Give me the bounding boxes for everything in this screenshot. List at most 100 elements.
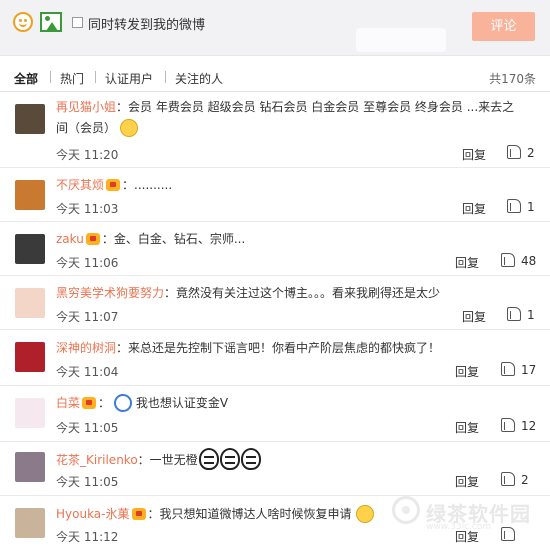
filter-all[interactable]: 全部 xyxy=(14,70,38,87)
emoji-icon xyxy=(355,505,374,523)
comment-username[interactable]: 花茶_Kirilenko xyxy=(56,453,138,467)
husky-emoji-icon xyxy=(198,448,219,470)
comment-text: 间（会员） xyxy=(56,121,117,135)
avatar[interactable] xyxy=(15,398,45,428)
comment-username[interactable]: 不厌其烦 xyxy=(56,178,104,192)
comment-item: 黑穷美学术狗要努力：竟然没有关注过这个博主。。。看来我刷得还是太少 今天 11:… xyxy=(0,276,550,330)
comment-text: ：竟然没有关注过这个博主。。。看来我刷得还是太少 xyxy=(164,286,441,300)
avatar[interactable] xyxy=(15,452,45,482)
comment-body: 黑穷美学术狗要努力：竟然没有关注过这个博主。。。看来我刷得还是太少 xyxy=(56,283,536,303)
watermark-logo-icon xyxy=(392,496,420,524)
site-watermark: 绿茶软件园 www.33lc.com xyxy=(392,496,542,536)
like-button[interactable]: 2 xyxy=(501,472,529,487)
comment-body: 再见猫小姐：会员 年费会员 超级会员 钻石会员 白金会员 至尊会员 终身会员 .… xyxy=(56,97,536,117)
comment-item: 再见猫小姐：会员 年费会员 超级会员 钻石会员 白金会员 至尊会员 终身会员 .… xyxy=(0,92,550,168)
reply-button[interactable]: 回复 xyxy=(455,363,479,380)
smiley-mouth xyxy=(19,22,27,27)
member-badge-icon xyxy=(106,179,121,191)
filter-hot[interactable]: 热门 xyxy=(60,70,84,87)
image-icon[interactable] xyxy=(40,12,62,32)
filter-following[interactable]: 关注的人 xyxy=(175,70,223,87)
reply-button[interactable]: 回复 xyxy=(462,308,486,325)
reply-button[interactable]: 回复 xyxy=(455,254,479,271)
like-button[interactable]: 1 xyxy=(507,199,535,214)
avatar[interactable] xyxy=(15,508,45,538)
comment-text: ：一世无橙 xyxy=(137,453,198,467)
husky-emoji-icon xyxy=(240,448,261,470)
comment-time: 今天 11:06 xyxy=(56,256,119,270)
comment-time: 今天 11:07 xyxy=(56,310,119,324)
comment-username[interactable]: 深神的树洞 xyxy=(56,341,116,355)
comment-item: 白菜 ： 我也想认证变金V 今天 11:05 回复 12 xyxy=(0,386,550,442)
reply-button[interactable]: 回复 xyxy=(462,146,486,163)
comment-username[interactable]: Hyouka-氷菓 xyxy=(56,507,130,521)
image-icon-sun xyxy=(45,16,50,21)
comment-body: 花茶_Kirilenko：一世无橙 xyxy=(56,448,536,470)
thumbs-up-icon xyxy=(501,362,515,376)
comment-text-after: 我也想认证变金V xyxy=(132,396,229,410)
forward-checkbox[interactable] xyxy=(72,17,83,28)
like-button[interactable]: 2 xyxy=(507,145,535,160)
comment-text: ： xyxy=(98,396,111,410)
like-count: 48 xyxy=(521,254,537,268)
husky-emoji-icon xyxy=(219,448,240,470)
thumbs-up-icon xyxy=(501,472,515,486)
like-button[interactable]: 1 xyxy=(507,307,535,322)
comment-username[interactable]: 黑穷美学术狗要努力 xyxy=(56,286,164,300)
blurred-area xyxy=(356,28,446,52)
comment-text: ：.......... xyxy=(122,178,173,192)
like-count: 1 xyxy=(527,200,535,214)
comment-body: 不厌其烦 ：.......... xyxy=(56,175,536,195)
comment-time: 今天 11:05 xyxy=(56,475,119,489)
comment-username[interactable]: zaku xyxy=(56,232,84,246)
comment-body: 深神的树洞：来总还是先控制下谣言吧！你看中产阶层焦虑的都快疯了！ xyxy=(56,338,536,358)
watermark-url: www.33lc.com xyxy=(426,522,492,532)
comment-item: 不厌其烦 ：.......... 今天 11:03 回复 1 xyxy=(0,168,550,222)
avatar[interactable] xyxy=(15,104,45,134)
reply-button[interactable]: 回复 xyxy=(455,419,479,436)
comment-item: zaku ：金、白金、钻石、宗师... 今天 11:06 回复 48 xyxy=(0,222,550,276)
comment-submit-button[interactable]: 评论 xyxy=(472,12,535,41)
comment-text: ：金、白金、钻石、宗师... xyxy=(101,232,246,246)
like-button[interactable]: 17 xyxy=(501,362,536,377)
comment-total-count: 共170条 xyxy=(489,72,536,86)
avatar[interactable] xyxy=(15,342,45,372)
like-count: 2 xyxy=(521,473,529,487)
comment-time: 今天 11:12 xyxy=(56,530,119,544)
comment-text: ：会员 年费会员 超级会员 钻石会员 白金会员 至尊会员 终身会员 ...来去之 xyxy=(116,100,515,114)
comment-filter-bar: 全部 热门 认证用户 关注的人 共170条 xyxy=(0,56,550,92)
comment-body: 白菜 ： 我也想认证变金V xyxy=(56,393,536,413)
comment-username[interactable]: 再见猫小姐 xyxy=(56,100,116,114)
reply-button[interactable]: 回复 xyxy=(455,473,479,490)
comment-text: ：来总还是先控制下谣言吧！你看中产阶层焦虑的都快疯了！ xyxy=(116,341,441,355)
filter-divider xyxy=(95,71,96,83)
avatar[interactable] xyxy=(15,234,45,264)
doraemon-emoji-icon xyxy=(114,394,133,412)
thumbs-up-icon xyxy=(501,418,515,432)
filter-verified[interactable]: 认证用户 xyxy=(105,70,153,87)
thumbs-up-icon xyxy=(507,145,521,159)
filter-divider xyxy=(50,71,51,83)
image-icon-hill xyxy=(44,22,60,30)
avatar[interactable] xyxy=(15,288,45,318)
thumbs-up-icon xyxy=(501,253,515,267)
member-badge-icon xyxy=(82,397,97,409)
thumbs-up-icon xyxy=(507,307,521,321)
avatar[interactable] xyxy=(15,180,45,210)
reply-button[interactable]: 回复 xyxy=(462,200,486,217)
comment-item: 花茶_Kirilenko：一世无橙 今天 11:05 回复 2 xyxy=(0,442,550,496)
forward-checkbox-label: 同时转发到我的微博 xyxy=(88,18,206,33)
comment-time: 今天 11:03 xyxy=(56,202,119,216)
comment-time: 今天 11:20 xyxy=(56,148,119,162)
like-button[interactable]: 12 xyxy=(501,418,536,433)
member-badge-icon xyxy=(131,508,146,520)
comment-time: 今天 11:04 xyxy=(56,365,119,379)
smiley-icon[interactable] xyxy=(13,12,33,32)
like-count: 1 xyxy=(527,308,535,322)
comment-item: 深神的树洞：来总还是先控制下谣言吧！你看中产阶层焦虑的都快疯了！ 今天 11:0… xyxy=(0,330,550,386)
comment-composer-bar: 同时转发到我的微博 评论 xyxy=(0,0,550,56)
like-button[interactable]: 48 xyxy=(501,253,536,268)
comment-body: zaku ：金、白金、钻石、宗师... xyxy=(56,229,536,249)
comment-username[interactable]: 白菜 xyxy=(56,396,80,410)
thumbs-up-icon xyxy=(507,199,521,213)
